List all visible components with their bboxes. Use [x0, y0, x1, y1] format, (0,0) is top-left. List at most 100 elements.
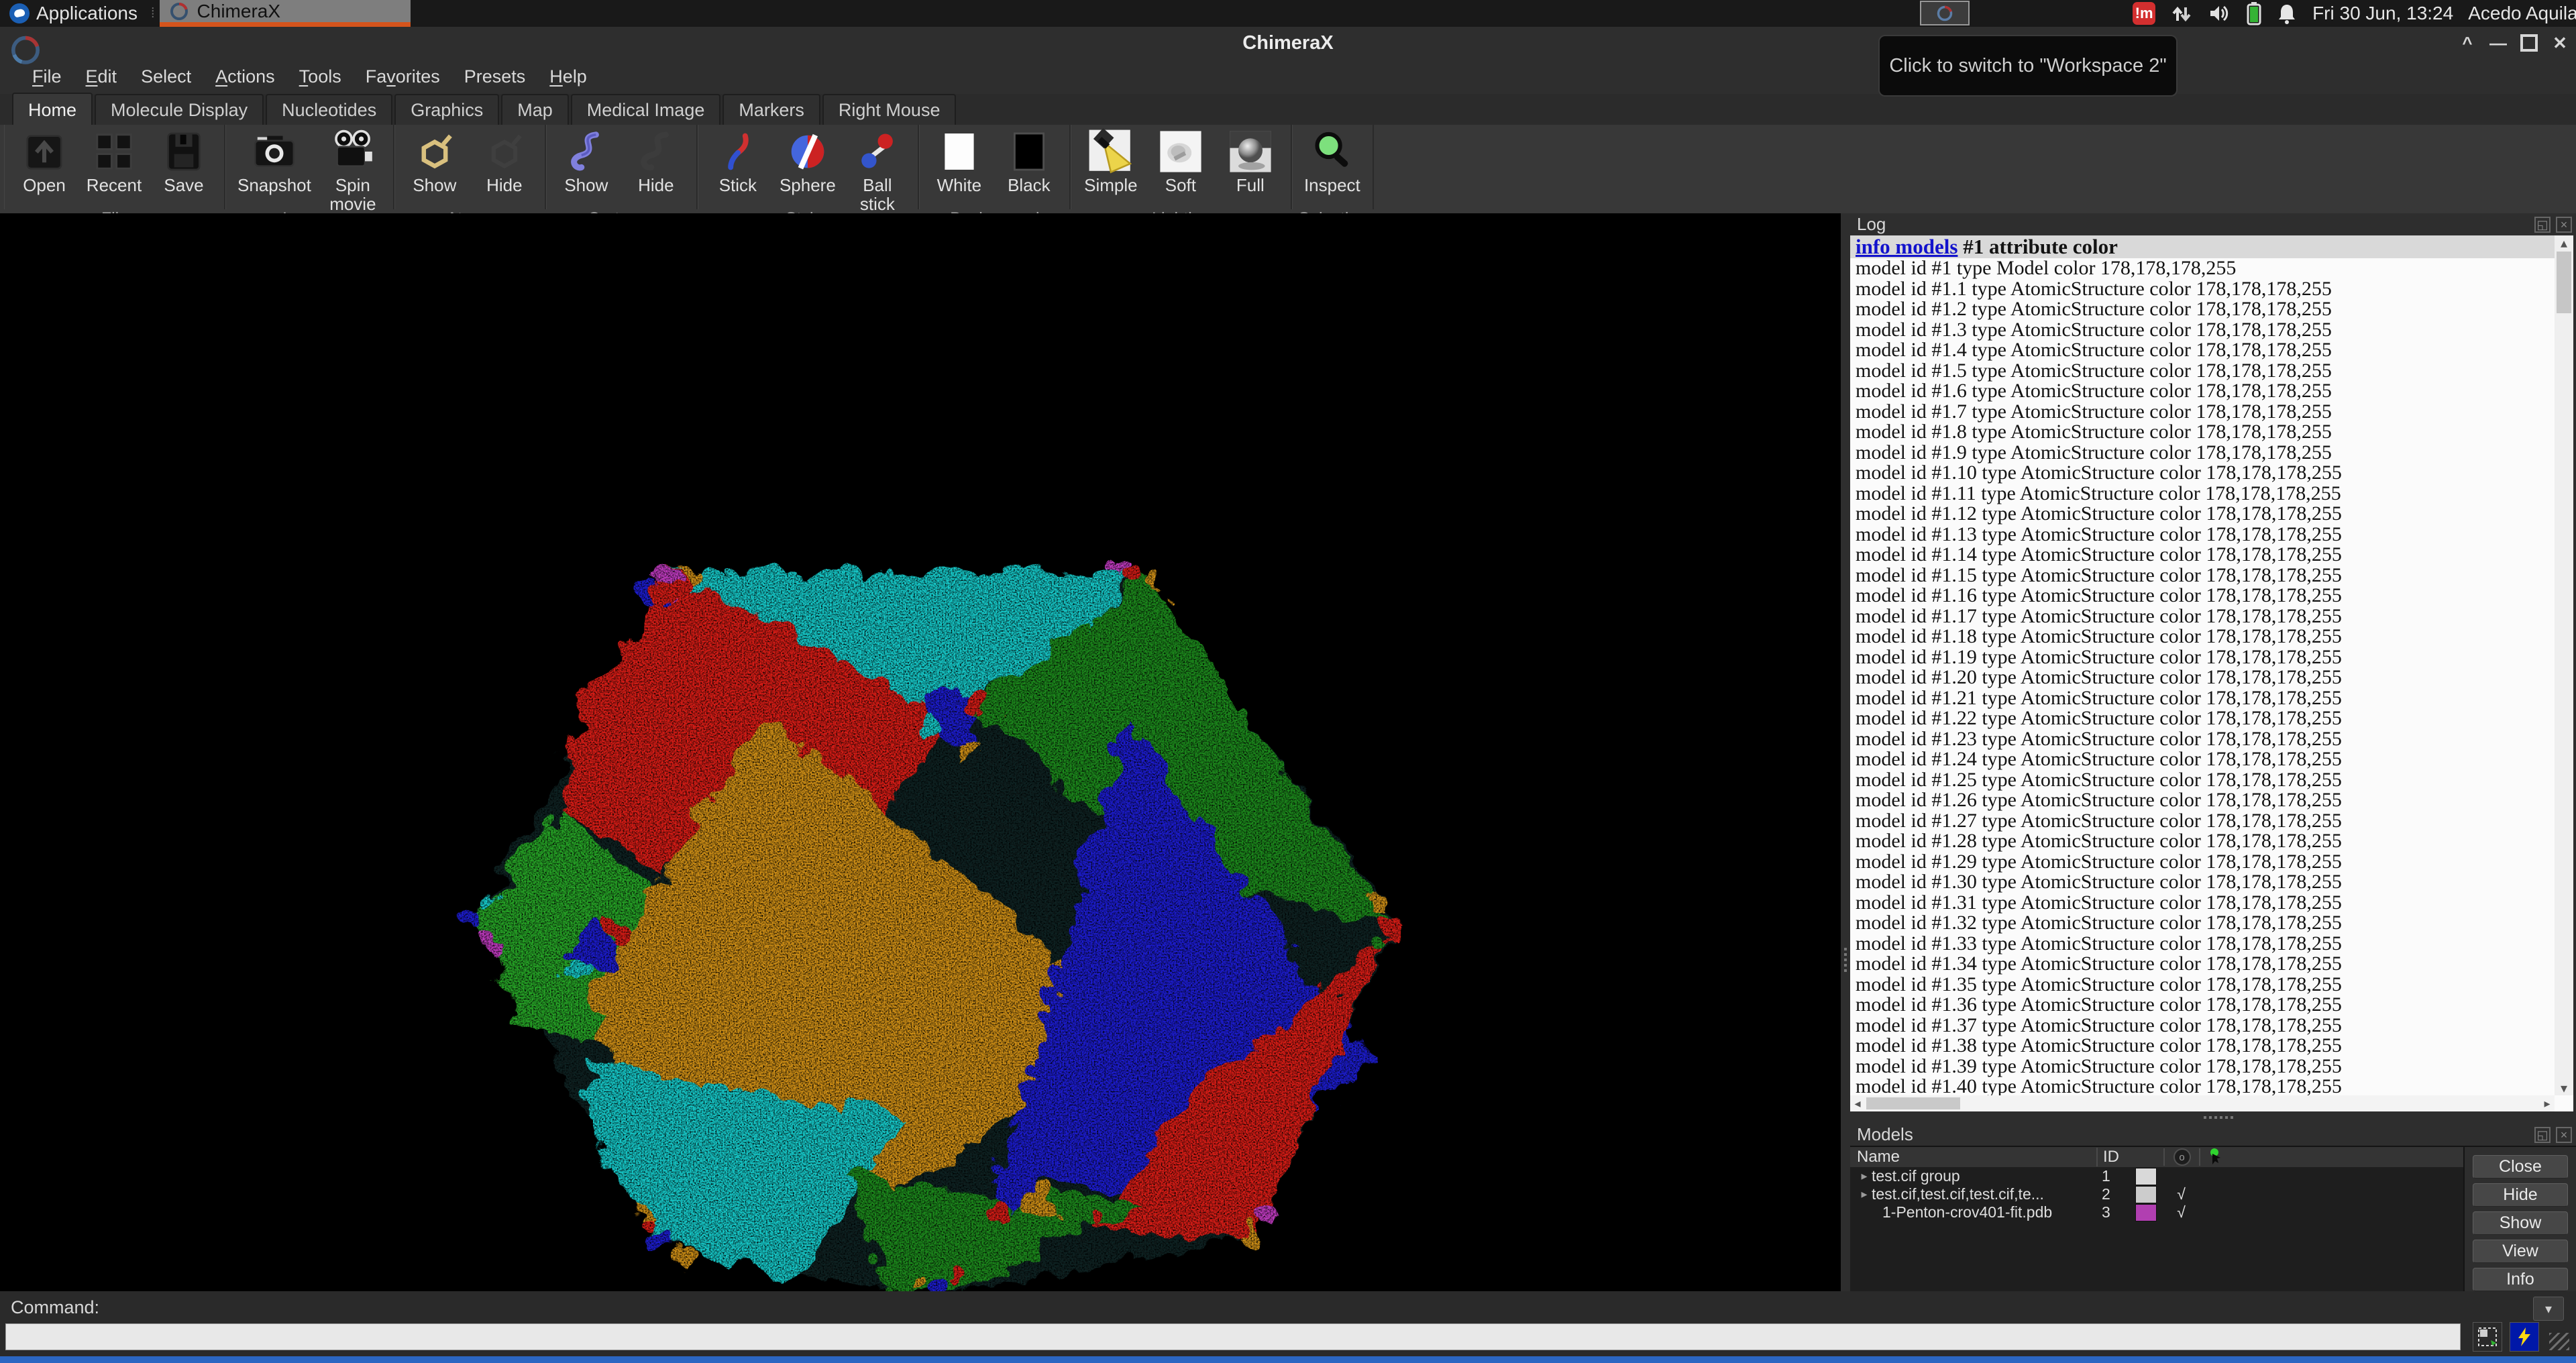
panel-close-icon[interactable]: ×: [2556, 1127, 2572, 1143]
black-button[interactable]: Black: [1001, 127, 1057, 209]
toolbar-button-label: Ball stick: [860, 176, 895, 213]
show-button[interactable]: Show: [558, 127, 614, 209]
tab-medical-image[interactable]: Medical Image: [571, 94, 721, 125]
spin-movie-button[interactable]: Spin movie: [325, 127, 381, 213]
tab-graphics[interactable]: Graphics: [394, 94, 499, 125]
vertical-splitter[interactable]: [1841, 213, 1850, 1291]
model-row[interactable]: 1-Penton-crov401-fit.pdb3√: [1850, 1203, 2463, 1221]
log-panel-header[interactable]: Log ◱ ×: [1850, 213, 2576, 235]
stick-button[interactable]: Stick: [710, 127, 766, 213]
user-menu[interactable]: Acedo Aquilar: [2468, 3, 2576, 24]
model-shown-checkbox[interactable]: √: [2163, 1185, 2199, 1203]
shade-icon[interactable]: ^: [2457, 32, 2478, 54]
model-shown-checkbox[interactable]: √: [2163, 1203, 2199, 1221]
panel-close-icon[interactable]: ×: [2556, 217, 2572, 233]
column-selected[interactable]: [2199, 1148, 2463, 1166]
battery-icon[interactable]: [2247, 1, 2261, 25]
column-shown[interactable]: o: [2163, 1148, 2199, 1166]
log-content[interactable]: info models #1 attribute color model id …: [1850, 235, 2555, 1095]
white-button[interactable]: White: [931, 127, 987, 209]
sphere-button[interactable]: Sphere: [780, 127, 836, 213]
minimize-icon[interactable]: —: [2487, 32, 2509, 54]
recent-button[interactable]: Recent: [86, 127, 142, 209]
tab-markers[interactable]: Markers: [722, 94, 820, 125]
soft-button[interactable]: Soft: [1152, 127, 1209, 209]
undock-icon[interactable]: ◱: [2534, 217, 2551, 233]
graphics-viewport[interactable]: [0, 213, 1841, 1291]
model-row[interactable]: ▸test.cif group1: [1850, 1167, 2463, 1185]
full-button[interactable]: Full: [1222, 127, 1279, 209]
models-table[interactable]: Name ID o ▸test.cif group1▸test.cif,test…: [1850, 1147, 2463, 1291]
maximize-icon[interactable]: [2518, 32, 2540, 54]
vscroll-thumb[interactable]: [2557, 252, 2571, 313]
view-model-button[interactable]: View: [2473, 1240, 2568, 1263]
close-icon[interactable]: ✕: [2549, 32, 2571, 54]
recent-icon: [90, 127, 138, 176]
expander-icon[interactable]: ▸: [1857, 1187, 1872, 1201]
scroll-left-icon[interactable]: ◂: [1850, 1095, 1865, 1111]
tab-right-mouse[interactable]: Right Mouse: [822, 94, 957, 125]
models-table-header[interactable]: Name ID o: [1850, 1147, 2463, 1167]
show-button[interactable]: Show: [407, 127, 463, 209]
hscroll-thumb[interactable]: [1866, 1097, 1960, 1109]
menu-help[interactable]: Help: [537, 62, 599, 91]
column-name[interactable]: Name: [1850, 1148, 2096, 1166]
hide-button[interactable]: Hide: [476, 127, 533, 209]
tab-nucleotides[interactable]: Nucleotides: [266, 94, 392, 125]
simple-button[interactable]: Simple: [1083, 127, 1139, 209]
menu-actions[interactable]: Actions: [203, 62, 287, 91]
scroll-up-icon[interactable]: ▴: [2555, 235, 2573, 250]
model-row[interactable]: ▸test.cif,test.cif,test.cif,te...2√: [1850, 1185, 2463, 1203]
selection-mode-button[interactable]: [2473, 1322, 2502, 1352]
log-line: model id #1.27 type AtomicStructure colo…: [1850, 811, 2555, 832]
scroll-down-icon[interactable]: ▾: [2555, 1081, 2573, 1095]
tab-home[interactable]: Home: [12, 93, 93, 125]
info-model-button[interactable]: Info: [2473, 1268, 2568, 1291]
show-model-button[interactable]: Show: [2473, 1211, 2568, 1235]
scroll-right-icon[interactable]: ▸: [2540, 1095, 2555, 1111]
log-vertical-scrollbar[interactable]: ▴ ▾: [2555, 235, 2573, 1095]
toolbar-button-label: Spin movie: [329, 176, 376, 213]
model-color-swatch[interactable]: [2135, 1168, 2157, 1185]
expander-icon[interactable]: ▸: [1857, 1169, 1872, 1183]
workspace-switcher[interactable]: [1920, 1, 1970, 25]
titlebar[interactable]: ChimeraX ^ — ✕: [0, 27, 2576, 59]
info-models-link[interactable]: info models: [1856, 235, 1957, 258]
undock-icon[interactable]: ◱: [2534, 1127, 2551, 1143]
tab-molecule-display[interactable]: Molecule Display: [95, 94, 264, 125]
menu-select[interactable]: Select: [129, 62, 203, 91]
bell-icon[interactable]: [2276, 2, 2298, 25]
model-color-swatch[interactable]: [2135, 1204, 2157, 1221]
volume-icon[interactable]: [2208, 2, 2232, 25]
messenger-badge-icon[interactable]: !m: [2133, 2, 2155, 25]
command-history-dropdown[interactable]: ▾: [2533, 1297, 2564, 1321]
black-bg-icon: [1005, 127, 1053, 176]
menu-presets[interactable]: Presets: [452, 62, 538, 91]
snapshot-button[interactable]: Snapshot: [237, 127, 311, 213]
menu-edit[interactable]: Edit: [74, 62, 129, 91]
horizontal-splitter[interactable]: [1850, 1111, 2576, 1124]
close-model-button[interactable]: Close: [2473, 1155, 2568, 1179]
network-arrows-icon[interactable]: [2170, 2, 2193, 25]
log-line: model id #1.28 type AtomicStructure colo…: [1850, 831, 2555, 852]
command-input[interactable]: [5, 1323, 2461, 1350]
open-button[interactable]: Open: [16, 127, 72, 209]
applications-menu-button[interactable]: Applications: [0, 0, 147, 27]
tab-map[interactable]: Map: [501, 94, 569, 125]
hide-model-button[interactable]: Hide: [2473, 1183, 2568, 1207]
clock[interactable]: Fri 30 Jun, 13:24: [2312, 3, 2453, 24]
ball-stick-button[interactable]: Ball stick: [849, 127, 906, 213]
menu-tools[interactable]: Tools: [287, 62, 354, 91]
save-button[interactable]: Save: [156, 127, 212, 209]
menu-favorites[interactable]: Favorites: [354, 62, 452, 91]
log-panel[interactable]: info models #1 attribute color model id …: [1850, 235, 2573, 1111]
models-panel-header[interactable]: Models ◱ ×: [1850, 1124, 2576, 1146]
column-id[interactable]: ID: [2096, 1148, 2128, 1166]
inspect-button[interactable]: Inspect: [1304, 127, 1360, 209]
resize-grip-icon[interactable]: [2549, 1333, 2569, 1350]
hide-button[interactable]: Hide: [628, 127, 684, 209]
log-horizontal-scrollbar[interactable]: ◂ ▸: [1850, 1095, 2555, 1111]
fast-mode-button[interactable]: [2510, 1322, 2539, 1352]
taskbar-window-button[interactable]: ChimeraX: [160, 0, 411, 27]
model-color-swatch[interactable]: [2135, 1186, 2157, 1203]
